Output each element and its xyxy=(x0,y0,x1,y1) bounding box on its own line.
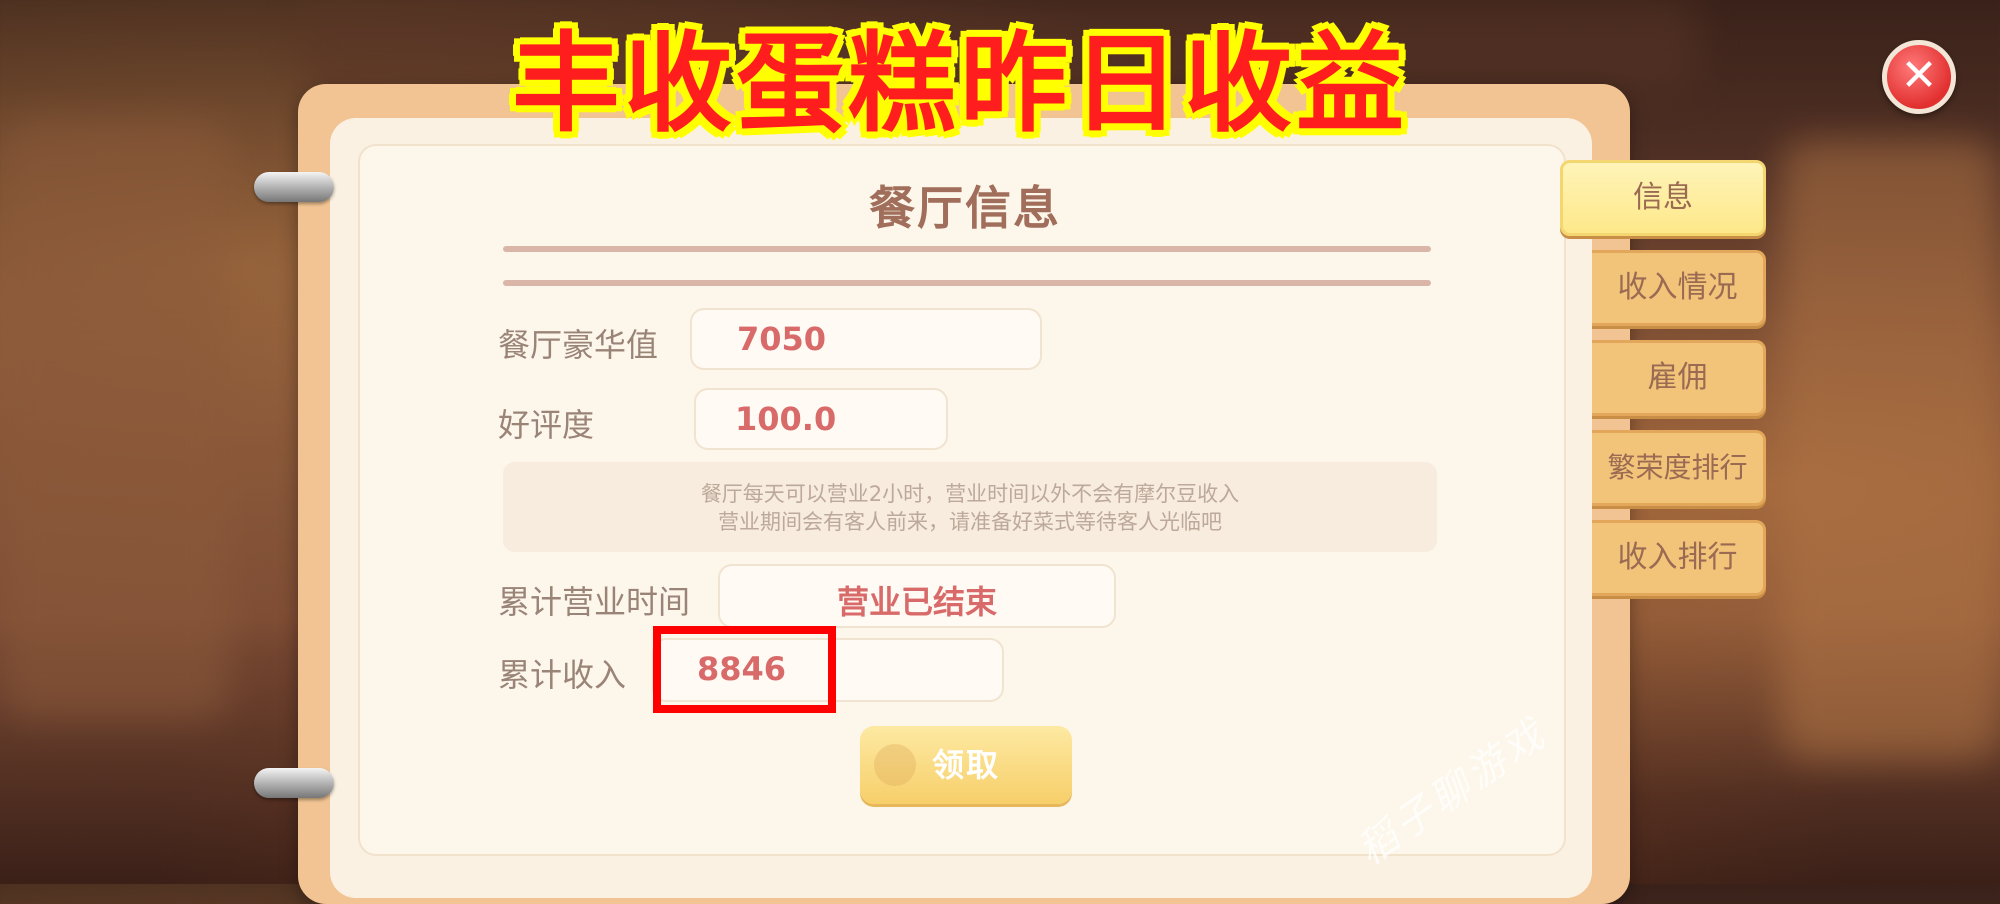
headline-overlay: 丰收蛋糕昨日收益 xyxy=(511,22,1408,147)
binder-ring-bottom xyxy=(254,768,334,798)
title-divider-bottom xyxy=(503,280,1431,286)
close-button[interactable]: ✕ xyxy=(1882,40,1956,114)
background-blur-right xyxy=(1780,140,2000,760)
binder-ring-top xyxy=(254,172,334,202)
page-title: 餐厅信息 xyxy=(869,181,1061,235)
notice-line-1: 餐厅每天可以营业2小时，营业时间以外不会有摩尔豆收入 xyxy=(700,482,1240,506)
income-highlight-box xyxy=(653,626,836,713)
luxury-label: 餐厅豪华值 xyxy=(498,326,659,364)
rating-value: 100.0 xyxy=(735,400,837,438)
tab-income-ranking[interactable]: 收入排行 xyxy=(1592,520,1766,596)
rating-label: 好评度 xyxy=(498,406,595,444)
business-time-label: 累计营业时间 xyxy=(498,583,691,621)
tab-prosperity-ranking[interactable]: 繁荣度排行 xyxy=(1592,430,1766,506)
claim-button-decoration xyxy=(874,744,916,786)
claim-button[interactable]: 领取 xyxy=(860,726,1072,804)
luxury-value: 7050 xyxy=(737,320,827,358)
notice-line-2: 营业期间会有客人前来，请准备好菜式等待客人光临吧 xyxy=(718,510,1222,534)
tab-info[interactable]: 信息 xyxy=(1560,160,1766,236)
tab-income-status[interactable]: 收入情况 xyxy=(1592,250,1766,326)
title-divider-top xyxy=(503,246,1431,252)
notice-box: 餐厅每天可以营业2小时，营业时间以外不会有摩尔豆收入 营业期间会有客人前来，请准… xyxy=(503,462,1437,552)
claim-button-label: 领取 xyxy=(931,746,1000,784)
income-label: 累计收入 xyxy=(498,656,627,694)
background-blur-left xyxy=(0,120,230,720)
tab-hire[interactable]: 雇佣 xyxy=(1592,340,1766,416)
business-time-value: 营业已结束 xyxy=(836,583,997,621)
